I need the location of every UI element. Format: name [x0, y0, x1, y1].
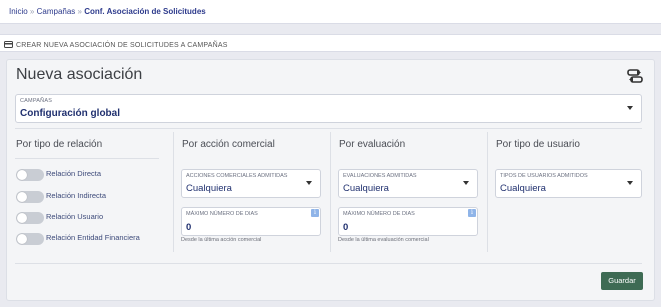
- select-value: Cualquiera: [500, 183, 546, 194]
- chevron-down-icon: [463, 181, 469, 185]
- commercial-help-text: Desde la última acción comercial: [181, 237, 262, 243]
- toggle-knob: [17, 192, 27, 202]
- chevron-down-icon: [627, 181, 633, 185]
- divider: [15, 263, 642, 264]
- toggle-knob: [17, 170, 27, 180]
- toggle-relacion-entidad-financiera[interactable]: [16, 233, 44, 245]
- evaluation-max-days-input[interactable]: MÁXIMO NÚMERO DE DIAS 0 i: [338, 207, 478, 236]
- input-value: 0: [343, 222, 349, 233]
- breadcrumb-campaigns-link[interactable]: Campañas: [37, 7, 76, 16]
- user-type-heading: Por tipo de usuario: [496, 139, 580, 150]
- commercial-max-days-input[interactable]: MÁXIMO NÚMERO DE DIAS 0 i: [181, 207, 321, 236]
- breadcrumb-current: Conf. Asociación de Solicitudes: [84, 7, 206, 16]
- toggle-label: Relación Directa: [46, 169, 102, 178]
- evaluation-heading: Por evaluación: [339, 139, 406, 150]
- divider: [15, 128, 642, 129]
- save-button[interactable]: Guardar: [601, 272, 643, 290]
- toggle-label: Relación Entidad Financiera: [46, 233, 140, 242]
- select-value: Cualquiera: [343, 183, 389, 194]
- relation-heading: Por tipo de relación: [16, 139, 103, 150]
- form-title: Nueva asociación: [16, 66, 143, 83]
- select-value: Cualquiera: [186, 183, 232, 194]
- evaluation-column: Por evaluación EVALUACIONES ADMITIDAS Cu…: [330, 132, 487, 252]
- section-header: CREAR NUEVA ASOCIACIÓN DE SOLICITUDES A …: [0, 34, 661, 52]
- toggle-label: Relación Usuario: [46, 212, 104, 221]
- breadcrumb-separator: »: [77, 7, 82, 16]
- input-label: MÁXIMO NÚMERO DE DIAS: [186, 211, 258, 217]
- info-icon[interactable]: i: [468, 209, 476, 217]
- commercial-heading: Por acción comercial: [182, 139, 275, 150]
- section-title: CREAR NUEVA ASOCIACIÓN DE SOLICITUDES A …: [16, 41, 228, 49]
- toggle-relacion-indirecta[interactable]: [16, 191, 44, 203]
- user-types-select[interactable]: TIPOS DE USUARIOS ADMITIDOS Cualquiera: [495, 169, 642, 198]
- breadcrumb: Inicio » Campañas » Conf. Asociación de …: [0, 0, 661, 24]
- divider: [15, 158, 159, 159]
- select-label: TIPOS DE USUARIOS ADMITIDOS: [500, 173, 588, 179]
- chevron-down-icon: [306, 181, 312, 185]
- select-label: ACCIONES COMERCIALES ADMITIDAS: [186, 173, 288, 179]
- info-icon[interactable]: i: [311, 209, 319, 217]
- select-label: EVALUACIONES ADMITIDAS: [343, 173, 417, 179]
- breadcrumb-separator: »: [29, 7, 35, 16]
- user-type-column: Por tipo de usuario TIPOS DE USUARIOS AD…: [487, 132, 647, 252]
- input-value: 0: [186, 222, 192, 233]
- campaign-select-value: Configuración global: [20, 108, 120, 119]
- swap-icon[interactable]: [627, 69, 643, 88]
- evaluations-select[interactable]: EVALUACIONES ADMITIDAS Cualquiera: [338, 169, 478, 198]
- input-label: MÁXIMO NÚMERO DE DIAS: [343, 211, 415, 217]
- breadcrumb-home-link[interactable]: Inicio: [9, 7, 28, 16]
- commercial-actions-select[interactable]: ACCIONES COMERCIALES ADMITIDAS Cualquier…: [181, 169, 321, 198]
- toggle-relacion-directa[interactable]: [16, 169, 44, 181]
- card-icon: [4, 40, 13, 50]
- campaign-select[interactable]: CAMPAÑAS Configuración global: [15, 94, 642, 123]
- association-form-card: Nueva asociación CAMPAÑAS Configuración …: [6, 59, 655, 301]
- toggle-label: Relación Indirecta: [46, 191, 107, 200]
- toggle-knob: [17, 234, 27, 244]
- toggle-knob: [17, 213, 27, 223]
- campaign-select-label: CAMPAÑAS: [20, 98, 53, 104]
- chevron-down-icon: [627, 106, 633, 110]
- toggle-relacion-usuario[interactable]: [16, 212, 44, 224]
- commercial-column: Por acción comercial ACCIONES COMERCIALE…: [173, 132, 330, 252]
- evaluation-help-text: Desde la última evaluación comercial: [338, 237, 429, 243]
- relation-column: Por tipo de relación Relación Directa Re…: [7, 132, 167, 252]
